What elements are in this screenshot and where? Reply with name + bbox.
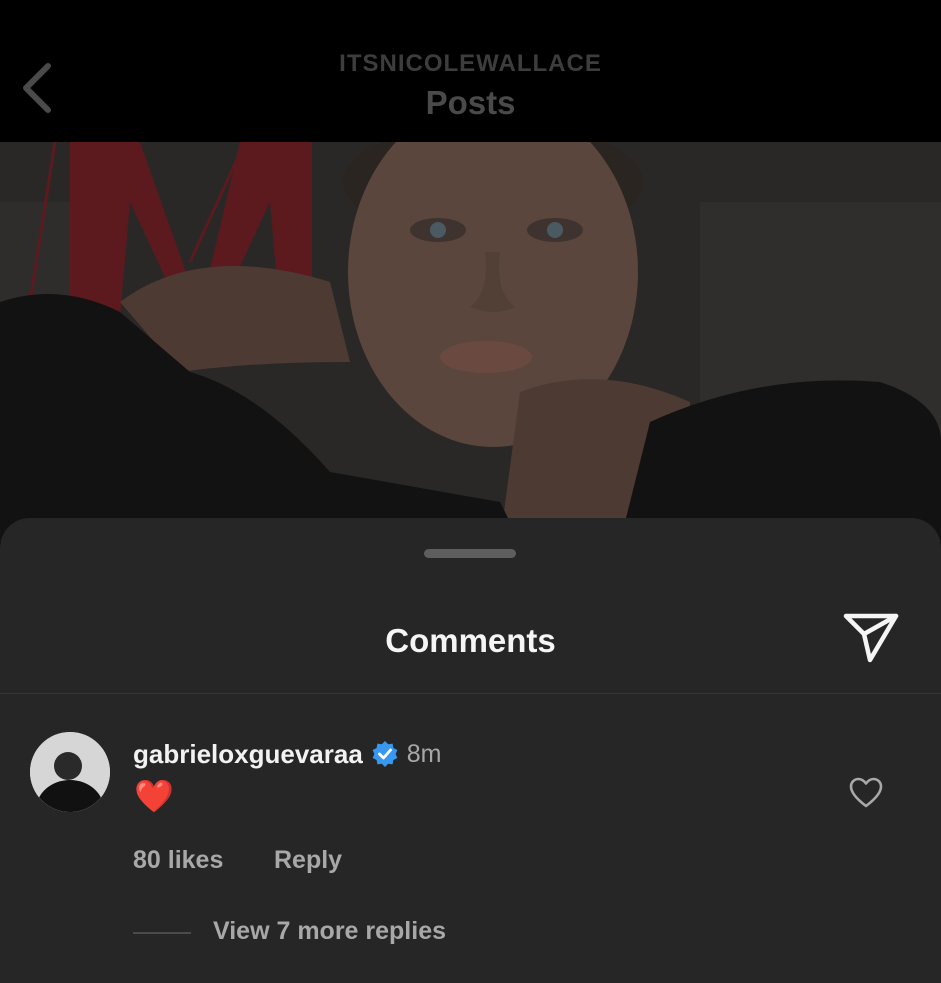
portrait-photo — [0, 142, 941, 542]
top-header: ITSNICOLEWALLACE Posts — [0, 0, 941, 142]
share-button[interactable] — [840, 610, 902, 666]
verified-badge-icon — [372, 741, 398, 767]
reply-button[interactable]: Reply — [274, 846, 342, 875]
comments-title: Comments — [385, 622, 556, 659]
comment-username[interactable]: gabrieloxguevaraa — [133, 739, 363, 770]
profile-username: ITSNICOLEWALLACE — [339, 50, 602, 77]
heart-outline-icon — [849, 777, 883, 808]
comment-item: gabrieloxguevaraa 8m ❤️ 80 likes Reply — [0, 694, 941, 983]
post-image — [0, 142, 941, 542]
comment-timestamp: 8m — [406, 739, 442, 768]
avatar[interactable] — [30, 732, 110, 812]
comment-like-count[interactable]: 80 likes — [133, 846, 223, 875]
paper-plane-icon — [843, 613, 899, 663]
like-button[interactable] — [848, 776, 884, 810]
comments-sheet: Comments gabrieloxguevaraa 8m ❤️ 80 like… — [0, 518, 941, 983]
comment-header: gabrieloxguevaraa 8m — [133, 736, 442, 772]
avatar-image — [30, 732, 110, 812]
comment-text: ❤️ — [134, 778, 174, 814]
replies-divider-line — [133, 932, 191, 934]
page-title: Posts — [425, 84, 516, 121]
view-more-replies-button[interactable]: View 7 more replies — [213, 917, 446, 946]
sheet-drag-handle[interactable] — [424, 549, 516, 558]
